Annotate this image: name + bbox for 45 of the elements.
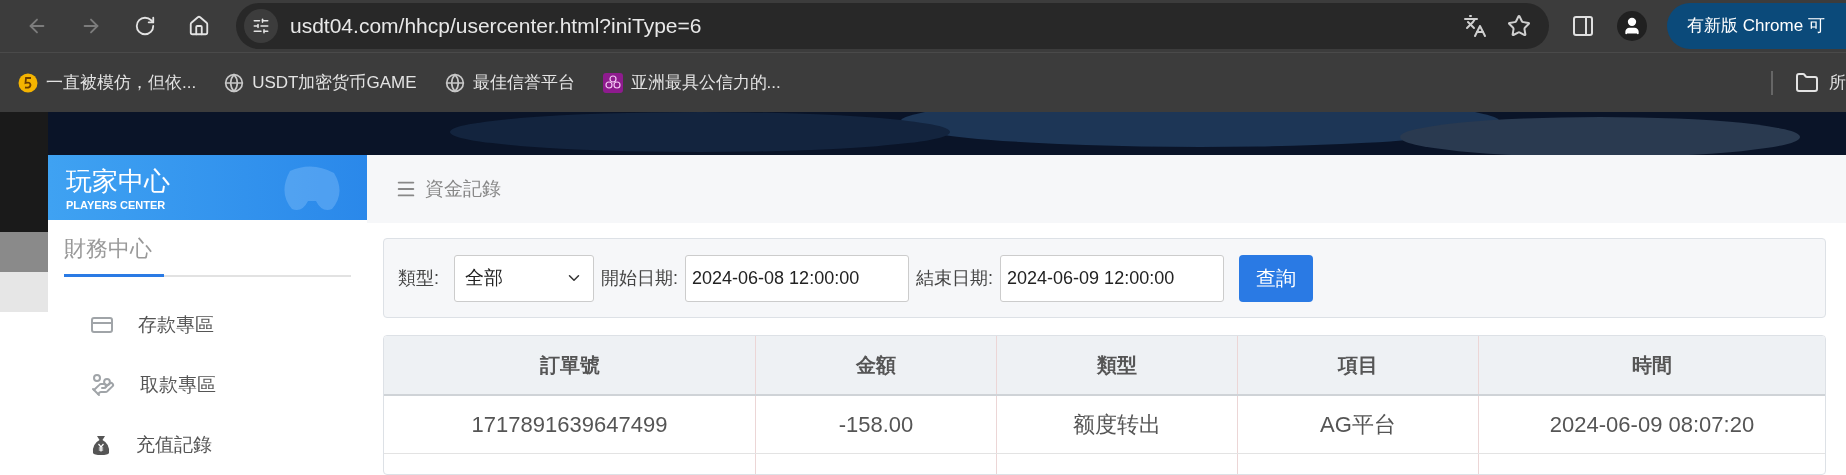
page-title: 資金記錄: [425, 176, 501, 201]
end-date-label: 結束日期:: [916, 266, 994, 290]
section-title: 財務中心: [64, 235, 153, 263]
brand-title: 玩家中心: [66, 167, 170, 195]
sidebar-item[interactable]: 取款專區: [48, 355, 367, 415]
column-header: 訂單號: [384, 336, 756, 394]
bookmark-star-icon[interactable]: [1507, 14, 1531, 38]
url-text: usdt04.com/hhcp/usercenter.html?iniType=6: [290, 13, 702, 40]
bookmark-item[interactable]: 一直被模仿，但依...: [18, 69, 197, 96]
type-select[interactable]: 全部: [454, 254, 594, 302]
address-bar[interactable]: usdt04.com/hhcp/usercenter.html?iniType=6: [236, 3, 1549, 49]
column-header: 金額: [756, 336, 997, 394]
column-header: 類型: [997, 336, 1238, 394]
start-date-label: 開始日期:: [601, 266, 679, 290]
home-icon: [188, 15, 210, 37]
column-header: 時間: [1631, 353, 1673, 378]
sidebar-item[interactable]: 充值記錄: [48, 415, 367, 475]
search-button[interactable]: 查詢: [1239, 254, 1314, 302]
table-cell: -158.00: [756, 396, 997, 453]
column-header: 項目: [1238, 336, 1479, 394]
flower-icon: [602, 72, 623, 93]
site-settings-icon[interactable]: [244, 9, 278, 43]
brand-subtitle: PLAYERS CENTER: [66, 198, 166, 213]
start-date-field[interactable]: 2024-06-08 12:00:00: [685, 254, 910, 302]
table-cell: AG平台: [1238, 396, 1479, 453]
sidebar-item[interactable]: 存款專區: [48, 295, 367, 355]
globe-icon: [224, 72, 245, 93]
end-date-field[interactable]: 2024-06-09 12:00:00: [1000, 254, 1225, 302]
bookmark-item[interactable]: 亚洲最具公信力的...: [602, 69, 781, 96]
bookmark-folder-label[interactable]: 所: [1829, 69, 1846, 96]
bookmark-item[interactable]: 最佳信誉平台: [444, 69, 575, 96]
reload-icon: [134, 15, 156, 37]
profile-icon[interactable]: [1617, 11, 1647, 41]
folder-icon[interactable]: [1795, 70, 1819, 95]
bookmark-item[interactable]: USDT加密货币GAME: [224, 69, 417, 96]
table-cell: 1717891639647499: [384, 396, 756, 453]
globe-icon: [444, 72, 465, 93]
update-chrome-button[interactable]: 有新版 Chrome 可: [1667, 3, 1846, 49]
hand-coins-icon: [90, 373, 116, 397]
table-cell-text: 2024-06-09 08:07:20: [1548, 411, 1756, 439]
money-bag-icon: [90, 434, 112, 456]
translate-icon[interactable]: [1463, 14, 1487, 38]
type-label: 類型:: [398, 266, 439, 290]
side-panel-icon[interactable]: [1571, 14, 1595, 38]
table-cell: 额度转出: [997, 396, 1238, 453]
